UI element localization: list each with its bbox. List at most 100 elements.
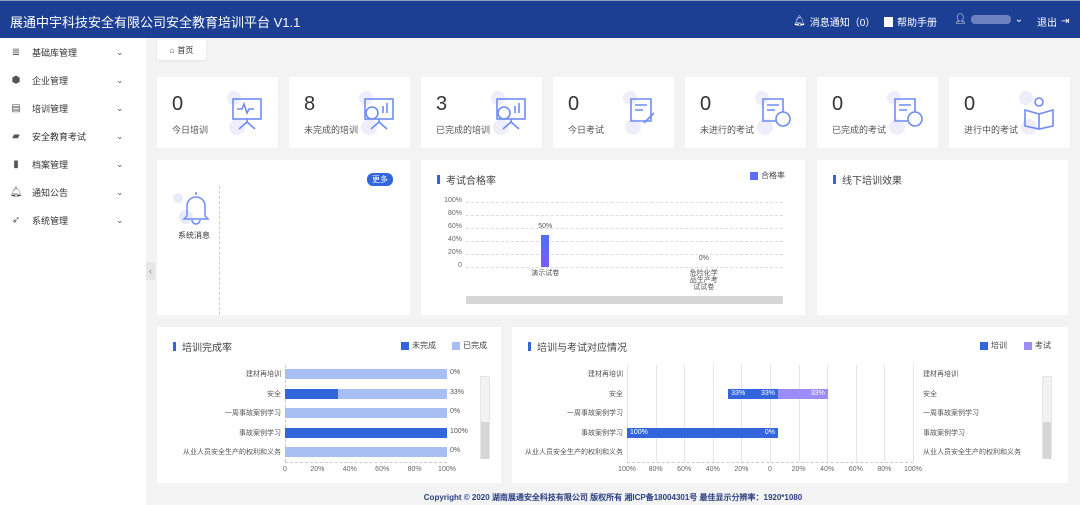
gridline (466, 267, 783, 268)
legend-training[interactable]: 培训 (980, 340, 1007, 351)
stat-value: 0 (700, 93, 712, 115)
x-tick-label: 80% (648, 466, 663, 473)
chevron-down-icon: ⌄ (116, 74, 124, 85)
x-tick-label: 60% (677, 466, 692, 473)
stat-card[interactable]: 0 今日考试 (553, 77, 674, 148)
sidebar-collapse-handle[interactable]: ‹ (146, 262, 155, 280)
help-manual-button[interactable]: 帮助手册 (884, 14, 937, 29)
more-button[interactable]: 更多 (367, 173, 393, 186)
legend-pass-rate[interactable]: 合格率 (750, 170, 785, 181)
stat-label: 已完成的培训 (436, 125, 491, 135)
gridline (712, 365, 714, 462)
stat-card[interactable]: 0 已完成的考试 (817, 77, 938, 148)
gridline (884, 365, 886, 462)
sidebar-item-label: 通知公告 (32, 187, 69, 198)
x-tick-label: 80% (407, 466, 422, 473)
logout-icon: ⇥ (1061, 16, 1070, 27)
y-category-label: 建材再培训 (246, 371, 281, 378)
y-tick-label: 60% (447, 223, 462, 230)
system-messages-panel: 更多 系统消息 (157, 160, 410, 315)
user-menu[interactable]: 👤︎ ⌄ (954, 14, 1023, 25)
sidebar-item[interactable]: ▰ 安全教育考试 ⌄ (0, 122, 146, 150)
sidebar: ≣ 基础库管理 ⌄ ⬢ 企业管理 ⌄ ▤ 培训管理 ⌄ ▰ 安全教育考试 ⌄ ▮ 档案管理 ⌄ 🔔︎ 通知公告 ⌄… (0, 38, 146, 505)
sidebar-item[interactable]: ⬢ 企业管理 ⌄ (0, 66, 146, 94)
gridline (770, 365, 771, 462)
username-blurred (970, 15, 1011, 24)
bar-segment[interactable] (285, 389, 339, 399)
y-category-label-right: 从业人员安全生产的权利和义务 (923, 449, 1021, 456)
app-title: 展通中宇科技安全有限公司安全教育培训平台 V1.1 (10, 15, 301, 30)
gridline (466, 202, 783, 203)
stat-card[interactable]: 3 已完成的培训 (421, 77, 542, 148)
sidebar-item[interactable]: 🔔︎ 通知公告 ⌄ (0, 178, 146, 206)
x-tick-label: 100% (438, 466, 456, 473)
bar[interactable] (541, 234, 550, 267)
x-tick-label: 40% (342, 466, 357, 473)
stat-card[interactable]: 0 未进行的考试 (685, 77, 806, 148)
bar-segment[interactable] (285, 447, 447, 457)
chart-scrollbar[interactable] (466, 296, 783, 304)
bell-icon (182, 192, 210, 225)
axis-line (627, 462, 913, 463)
x-tick-label: 0 (768, 466, 772, 473)
y-category-label-left: 从业人员安全生产的权利和义务 (525, 449, 623, 456)
training-completion-panel: 培训完成率 未完成 已完成 0 20% 40% 60% 80% 100% 建材再培训 0% 安全… (157, 327, 501, 483)
stat-label: 未进行的考试 (700, 125, 755, 135)
sidebar-item[interactable]: ≣ 基础库管理 ⌄ (0, 38, 146, 66)
y-category-label-left: 建材再培训 (588, 371, 623, 378)
gridline (466, 254, 783, 255)
sidebar-item[interactable]: ➶ 系统管理 ⌄ (0, 206, 146, 234)
stat-card[interactable]: 0 进行中的考试 (949, 77, 1070, 148)
gridline (798, 365, 800, 462)
training-exam-panel: 培训与考试对应情况 培训 考试 100% 80% 60% 40% 20% 0 20% 40% 6… (512, 327, 1068, 483)
board-smile-icon (496, 98, 526, 130)
doc-smile-icon (894, 98, 923, 127)
notification-button[interactable]: 🔔︎ 消息通知（0） (793, 14, 875, 29)
y-category-label: 从业人员安全生产的权利和义务 (183, 449, 281, 456)
chart-scrollbar[interactable] (480, 376, 490, 459)
bar-value-label: 33% (731, 390, 746, 397)
stat-label: 今日培训 (172, 125, 209, 135)
bar-segment[interactable] (285, 428, 447, 438)
stat-card[interactable]: 0 今日培训 (157, 77, 278, 148)
gridline (741, 365, 743, 462)
y-category-label: 安全 (267, 391, 281, 398)
gridline (466, 241, 783, 242)
system-messages-label[interactable]: 系统消息 (178, 230, 210, 241)
bar-training[interactable]: 100% 0% (627, 428, 778, 438)
bar-value-label: 0% (450, 408, 461, 415)
bar-value-label: 0% (764, 429, 775, 436)
breadcrumb-home-tab[interactable]: ⌂ 首页 (157, 40, 206, 60)
bar-training[interactable]: 33% 33% (728, 389, 778, 399)
logout-button[interactable]: 退出 ⇥ (1037, 14, 1069, 29)
chevron-down-icon: ⌄ (116, 158, 124, 169)
bar-value-label: 0% (450, 369, 461, 376)
bar-value-label: 33% (450, 389, 465, 396)
x-tick-label: 40% (820, 466, 835, 473)
sidebar-item[interactable]: ▤ 培训管理 ⌄ (0, 94, 146, 122)
legend-incomplete[interactable]: 未完成 (401, 340, 436, 351)
y-category-label-left: 安全 (609, 391, 623, 398)
stat-value: 0 (964, 93, 976, 115)
sidebar-item-label: 安全教育考试 (32, 131, 87, 142)
x-category-label: 危险化学 (689, 270, 718, 277)
sidebar-item-label: 系统管理 (32, 215, 69, 226)
file-icon: ▮ (13, 158, 19, 170)
chart-scrollbar[interactable] (1042, 376, 1052, 459)
legend-exam[interactable]: 考试 (1024, 340, 1051, 351)
bar-value-label: 100% (450, 428, 468, 435)
bar-segment[interactable] (285, 408, 447, 418)
gridline (684, 365, 686, 462)
bar-exam[interactable]: 33% (778, 389, 828, 399)
sidebar-item[interactable]: ▮ 档案管理 ⌄ (0, 150, 146, 178)
footer-copyright: Copyright © 2020 湖南展通安全科技有限公司 版权所有 湘ICP备… (423, 493, 803, 502)
y-category-label-right: 事故案例学习 (923, 430, 965, 437)
chevron-down-icon: ⌄ (116, 214, 124, 225)
bar-segment[interactable] (285, 369, 447, 379)
bell-icon: 🔔︎ (9, 186, 23, 198)
legend-complete[interactable]: 已完成 (452, 340, 487, 351)
stat-card[interactable]: 8 未完成的培训 (289, 77, 410, 148)
bar-segment[interactable] (338, 389, 447, 399)
y-category-label-right: 建材再培训 (923, 371, 958, 378)
sidebar-item-label: 培训管理 (32, 103, 69, 114)
